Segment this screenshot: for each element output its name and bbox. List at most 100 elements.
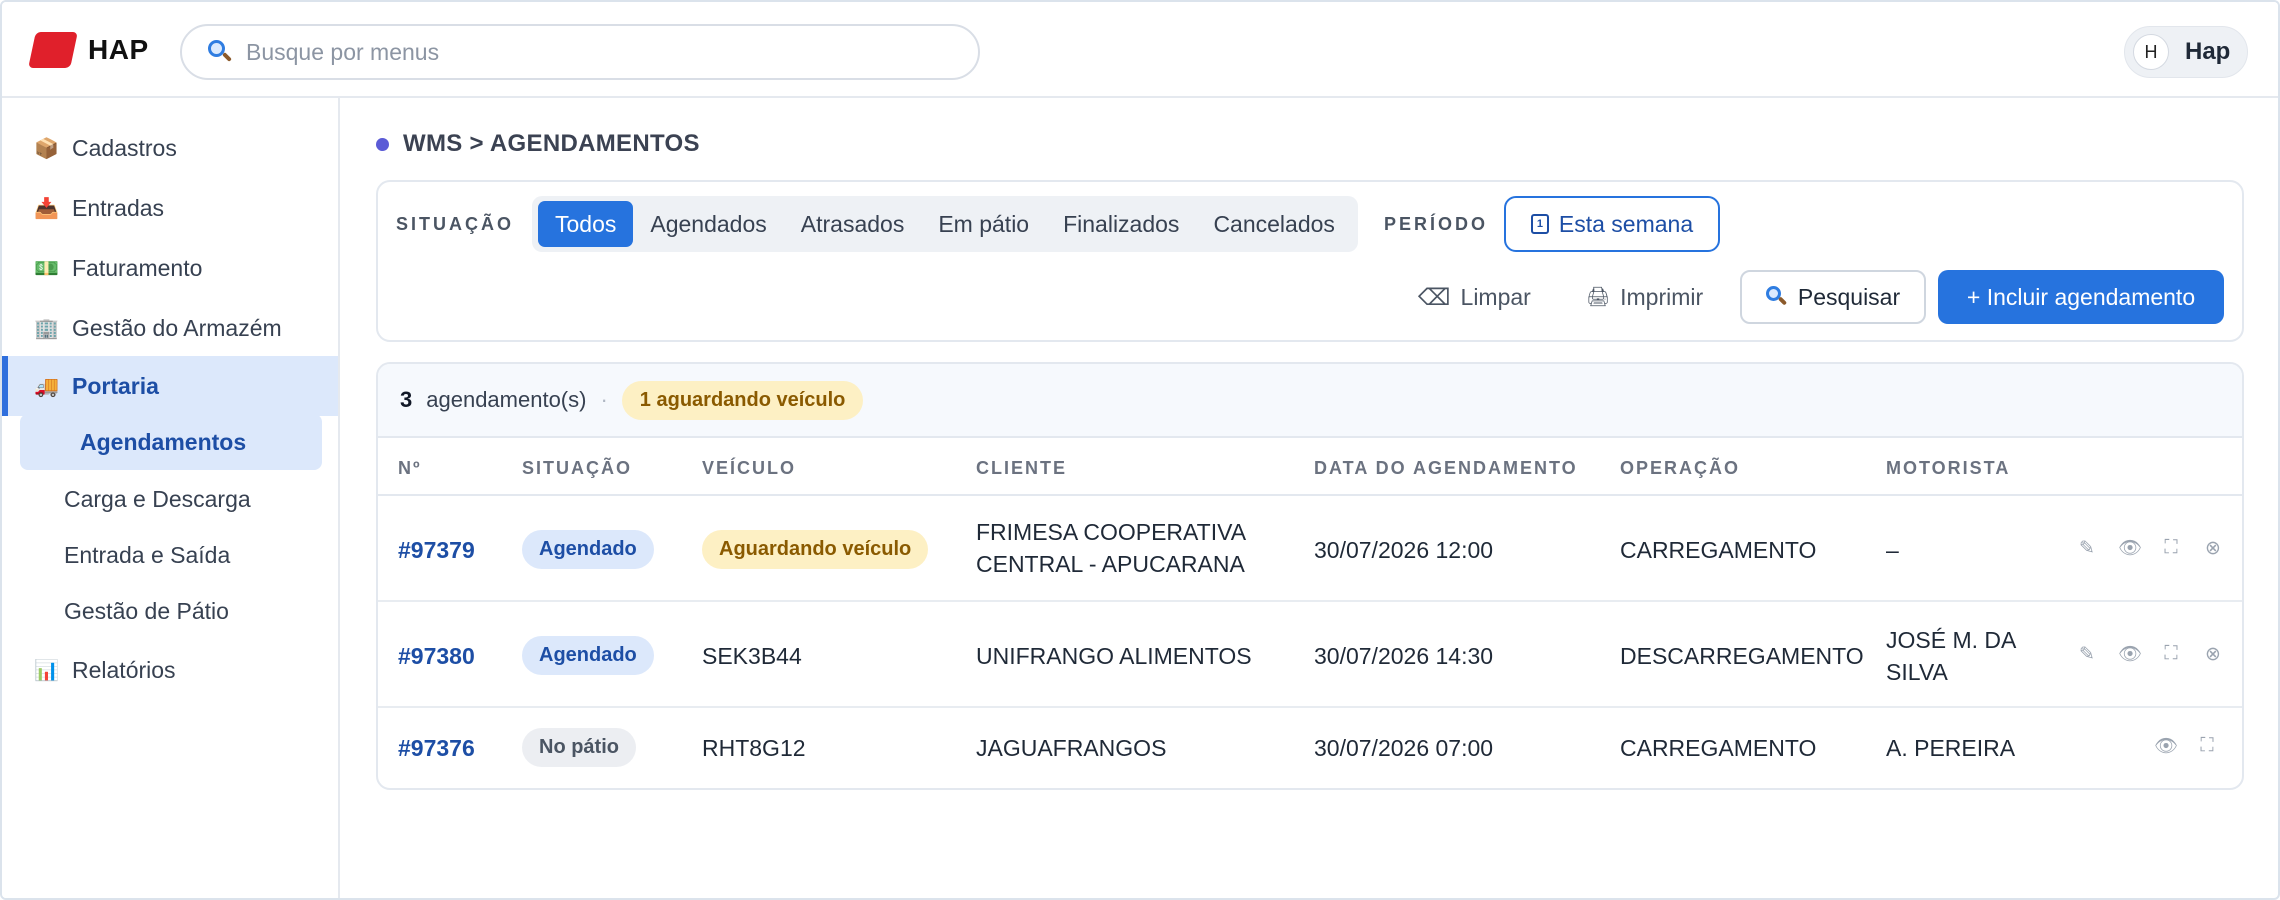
row-actions: 👁 ⛶: [2154, 734, 2218, 758]
user-menu[interactable]: H Hap: [2124, 26, 2248, 78]
appointment-number[interactable]: #97380: [398, 640, 475, 672]
appointment-number[interactable]: #97376: [398, 732, 475, 764]
client-name: FRIMESA COOPERATIVA CENTRAL - APUCARANA: [976, 519, 1245, 577]
tab-atrasados[interactable]: Atrasados: [784, 201, 922, 247]
sidebar-item-gestao-armazem[interactable]: 🏢 Gestão do Armazém: [2, 298, 338, 358]
search-icon: [1765, 286, 1788, 308]
sidebar-item-label: Portaria: [72, 372, 159, 399]
print-button[interactable]: 🖨 Imprimir: [1586, 270, 1703, 324]
sidebar-item-label: Relatórios: [72, 656, 176, 683]
column-header[interactable]: SITUAÇÃO: [522, 458, 632, 479]
sidebar-subitem-carga-descarga[interactable]: Carga e Descarga: [64, 486, 251, 513]
appointment-count: 3: [400, 387, 413, 412]
table-row[interactable]: #97376 No pátio RHT8G12 JAGUAFRANGOS 30/…: [378, 708, 2242, 788]
calendar-icon: 1: [1530, 214, 1549, 234]
package-icon: 📦: [34, 137, 59, 160]
search-button-label: Pesquisar: [1797, 283, 1901, 310]
tab-agendados[interactable]: Agendados: [633, 201, 783, 247]
app-window: HAP H Hap 📦 Cadastros 📥 Entradas 💵 Fatur…: [0, 0, 2280, 900]
building-icon: 🏢: [34, 317, 59, 340]
cancel-icon[interactable]: ⊗: [2202, 537, 2224, 560]
expand-icon[interactable]: ⛶: [2160, 537, 2182, 559]
operation: DESCARREGAMENTO: [1620, 643, 1864, 669]
summary-separator: ·: [600, 387, 608, 412]
sidebar-item-label: Faturamento: [72, 254, 203, 281]
sidebar-subitem-entrada-saida[interactable]: Entrada e Saída: [64, 542, 230, 569]
breadcrumb: WMS > AGENDAMENTOS: [376, 130, 700, 158]
sidebar-item-label: Gestão do Armazém: [72, 314, 282, 341]
waiting-badge: 1 aguardando veículo: [621, 380, 864, 420]
logo-mark-icon: [28, 32, 78, 68]
column-header[interactable]: DATA DO AGENDAMENTO: [1314, 458, 1578, 479]
logo[interactable]: HAP: [28, 32, 149, 68]
clear-label: Limpar: [1460, 283, 1531, 310]
table-row[interactable]: #97379 Agendado Aguardando veículo FRIME…: [378, 496, 2242, 602]
clear-button[interactable]: ⌫ Limpar: [1418, 270, 1531, 324]
sidebar-item-cadastros[interactable]: 📦 Cadastros: [2, 118, 338, 178]
period-value: Esta semana: [1558, 210, 1694, 237]
menu-search[interactable]: [180, 24, 980, 80]
row-actions: ✎ 👁 ⛶ ⊗: [2076, 536, 2224, 560]
client-name: JAGUAFRANGOS: [976, 735, 1167, 761]
periodo-label: PERÍODO: [1384, 214, 1489, 234]
vehicle-plate: SEK3B44: [702, 643, 802, 669]
column-header[interactable]: MOTORISTA: [1886, 458, 2010, 479]
sidebar-item-entradas[interactable]: 📥 Entradas: [2, 178, 338, 238]
operation: CARREGAMENTO: [1620, 735, 1817, 761]
appointment-date: 30/07/2026 12:00: [1314, 537, 1494, 563]
appointments-table: 3 agendamento(s) · 1 aguardando veículo …: [376, 362, 2244, 790]
status-tabs: Todos Agendados Atrasados Em pátio Final…: [532, 196, 1358, 252]
inbox-icon: 📥: [34, 197, 59, 220]
sidebar-item-portaria[interactable]: 🚚 Portaria: [2, 356, 338, 416]
status-badge: No pátio: [522, 728, 636, 767]
print-label: Imprimir: [1620, 283, 1704, 310]
cancel-icon[interactable]: ⊗: [2202, 643, 2224, 666]
sidebar-item-relatorios[interactable]: 📊 Relatórios: [2, 640, 338, 700]
vehicle-waiting-badge: Aguardando veículo: [702, 530, 929, 569]
sidebar-item-faturamento[interactable]: 💵 Faturamento: [2, 238, 338, 298]
search-icon: [208, 40, 232, 64]
bar-chart-icon: 📊: [34, 659, 59, 682]
eye-icon[interactable]: 👁: [2118, 642, 2142, 666]
tab-cancelados[interactable]: Cancelados: [1196, 201, 1351, 247]
eye-icon[interactable]: 👁: [2118, 536, 2142, 560]
avatar: H: [2133, 34, 2169, 70]
status-badge: Agendado: [522, 636, 654, 675]
filter-panel: SITUAÇÃO Todos Agendados Atrasados Em pá…: [376, 180, 2244, 342]
appointment-count-label: agendamento(s): [426, 387, 587, 412]
eraser-icon: ⌫: [1418, 283, 1451, 310]
vehicle-plate: RHT8G12: [702, 735, 806, 761]
search-button[interactable]: Pesquisar: [1740, 270, 1926, 324]
eye-icon[interactable]: 👁: [2154, 734, 2178, 758]
period-button[interactable]: 1 Esta semana: [1504, 196, 1720, 252]
driver: A. PEREIRA: [1886, 735, 2016, 761]
sidebar: 📦 Cadastros 📥 Entradas 💵 Faturamento 🏢 G…: [2, 98, 340, 898]
edit-icon[interactable]: ✎: [2076, 643, 2098, 666]
appointment-number[interactable]: #97379: [398, 534, 475, 566]
column-header[interactable]: VEÍCULO: [702, 458, 796, 479]
tab-todos[interactable]: Todos: [538, 201, 634, 247]
top-bar: HAP H Hap: [2, 2, 2278, 98]
sidebar-subitem-gestao-patio[interactable]: Gestão de Pátio: [64, 598, 229, 625]
driver: JOSÉ M. DA SILVA: [1886, 627, 2016, 685]
printer-icon: 🖨: [1586, 287, 1611, 308]
tab-em-patio[interactable]: Em pátio: [921, 201, 1046, 247]
appointment-date: 30/07/2026 07:00: [1314, 735, 1494, 761]
add-appointment-button[interactable]: + Incluir agendamento: [1938, 270, 2224, 324]
money-icon: 💵: [34, 257, 59, 280]
column-header[interactable]: CLIENTE: [976, 458, 1067, 479]
sidebar-subitem-agendamentos[interactable]: Agendamentos: [20, 414, 322, 470]
expand-icon[interactable]: ⛶: [2196, 735, 2218, 757]
column-header[interactable]: OPERAÇÃO: [1620, 458, 1740, 479]
truck-icon: 🚚: [34, 375, 59, 398]
operation: CARREGAMENTO: [1620, 537, 1817, 563]
status-badge: Agendado: [522, 530, 654, 569]
column-header[interactable]: Nº: [398, 458, 422, 479]
expand-icon[interactable]: ⛶: [2160, 643, 2182, 665]
search-input[interactable]: [246, 38, 946, 66]
client-name: UNIFRANGO ALIMENTOS: [976, 643, 1252, 669]
table-row[interactable]: #97380 Agendado SEK3B44 UNIFRANGO ALIMEN…: [378, 602, 2242, 708]
edit-icon[interactable]: ✎: [2076, 537, 2098, 560]
tab-finalizados[interactable]: Finalizados: [1046, 201, 1196, 247]
row-actions: ✎ 👁 ⛶ ⊗: [2076, 642, 2224, 666]
